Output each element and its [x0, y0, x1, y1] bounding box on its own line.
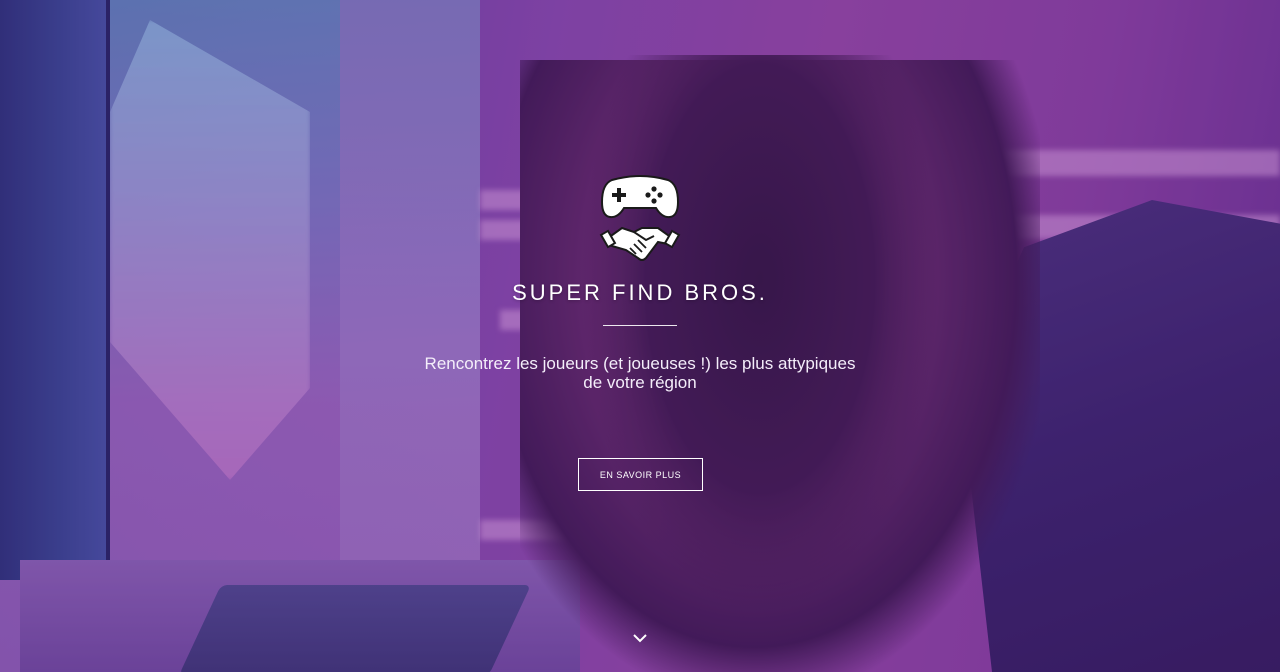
chevron-down-icon[interactable]	[632, 632, 648, 644]
learn-more-button[interactable]: EN SAVOIR PLUS	[578, 458, 703, 491]
brand-title: SUPER FIND BROS.	[512, 280, 768, 305]
gamepad-icon	[600, 175, 680, 219]
hero-section: SUPER FIND BROS. Rencontrez les joueurs …	[0, 0, 1280, 672]
hero-content: SUPER FIND BROS. Rencontrez les joueurs …	[0, 0, 1280, 672]
brand-logo	[599, 175, 681, 261]
hero-tagline: Rencontrez les joueurs (et joueuses !) l…	[424, 354, 856, 392]
title-divider	[603, 325, 677, 326]
handshake-icon	[599, 226, 681, 261]
